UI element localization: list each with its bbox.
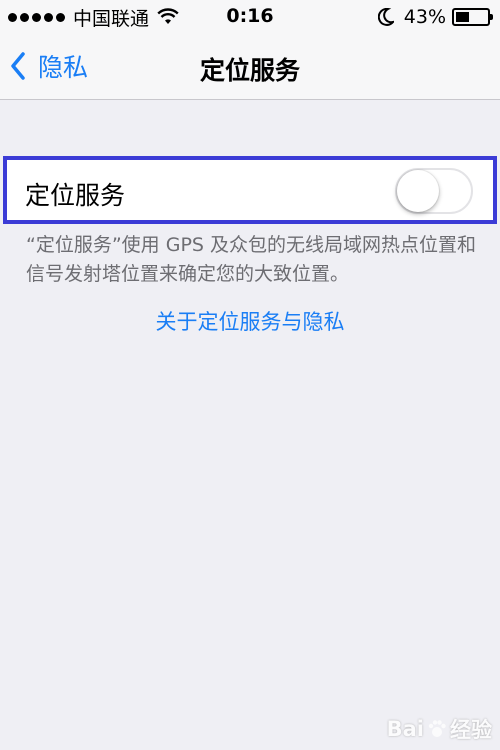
battery-icon: [452, 8, 493, 26]
battery-fill: [456, 12, 469, 22]
moon-icon: [377, 8, 394, 26]
location-services-row: 定位服务: [3, 156, 497, 224]
location-services-label: 定位服务: [25, 181, 126, 210]
battery-percent: 43%: [403, 6, 446, 28]
about-privacy-link[interactable]: 关于定位服务与隐私: [0, 306, 500, 336]
status-right: 43%: [377, 6, 493, 28]
location-services-description: “定位服务”使用 GPS 及众包的无线局域网热点位置和信号发射塔位置来确定您的大…: [26, 234, 477, 285]
navigation-bar: 隐私 定位服务: [0, 34, 500, 100]
location-services-toggle[interactable]: [395, 168, 473, 214]
page-title: 定位服务: [199, 56, 300, 85]
watermark-brand: Bai: [386, 717, 424, 741]
paw-icon: [428, 720, 446, 737]
status-bar: 中国联通 0:16 43%: [0, 0, 500, 34]
toggle-knob[interactable]: [397, 170, 439, 212]
watermark-suffix: 经验: [450, 718, 492, 742]
watermark: Bai 经验: [387, 714, 492, 744]
